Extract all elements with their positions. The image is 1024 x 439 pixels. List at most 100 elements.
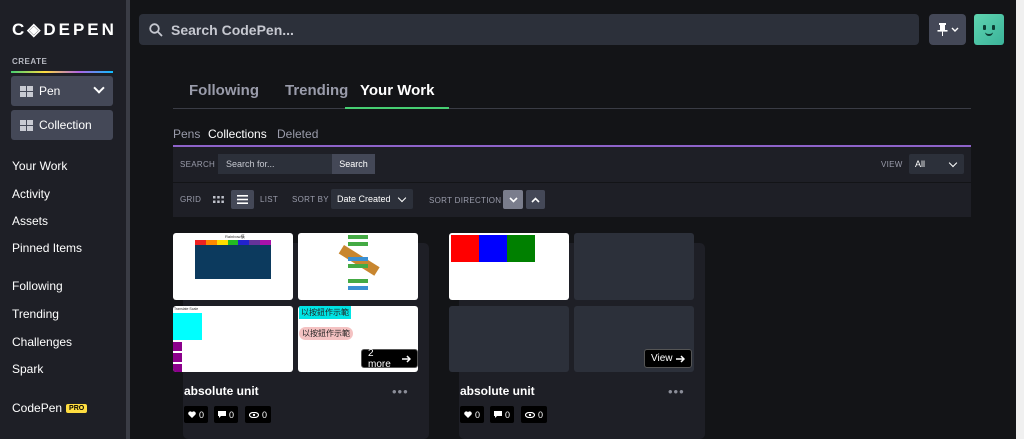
pen-grid-icon <box>20 85 33 97</box>
collection-card[interactable]: View absolute unit ••• 0 0 0 <box>449 233 705 439</box>
more-options-icon[interactable]: ••• <box>392 384 409 399</box>
pin-icon <box>937 23 947 36</box>
sidebar-item-codepen-pro[interactable]: CodePen PRO <box>12 401 88 415</box>
sidebar-item-trending[interactable]: Trending <box>12 307 59 321</box>
sort-ascending-button[interactable] <box>526 190 545 209</box>
avatar-left-eye <box>983 25 986 30</box>
filter-divider <box>173 182 971 183</box>
pinned-items-button[interactable] <box>929 14 966 45</box>
arrow-right-icon <box>675 354 685 363</box>
grid-view-button[interactable] <box>208 190 228 208</box>
thumbnail-box <box>195 245 271 279</box>
list-label: LIST <box>260 195 279 204</box>
chevron-down-icon[interactable] <box>93 82 105 94</box>
comments-button[interactable]: 0 <box>490 406 515 423</box>
tab-your-work[interactable]: Your Work <box>345 82 450 109</box>
thumbnail-label: Translate Scale <box>174 307 199 311</box>
like-button[interactable]: 0 <box>460 406 485 423</box>
pro-badge: PRO <box>66 404 88 413</box>
arrow-right-icon <box>402 354 411 363</box>
sort-by-value: Date Created <box>337 194 391 204</box>
chevron-up-icon <box>531 196 540 203</box>
new-collection-button[interactable]: Collection <box>11 110 113 140</box>
list-view-button[interactable] <box>231 190 254 209</box>
view-select[interactable]: All <box>909 154 964 174</box>
collection-card[interactable]: Rainbow橫 Translate Scale 以按鈕作示範 以按鈕作示範 2… <box>173 233 429 439</box>
pen-thumbnail[interactable]: 以按鈕作示範 以按鈕作示範 2 more <box>298 306 418 372</box>
comment-count: 0 <box>505 409 511 420</box>
sidebar-item-challenges[interactable]: Challenges <box>12 335 72 349</box>
pen-thumbnail[interactable] <box>449 233 569 300</box>
search-input[interactable] <box>171 21 871 38</box>
comment-icon <box>218 411 226 418</box>
collection-grid-icon <box>20 119 33 131</box>
like-count: 0 <box>199 409 205 420</box>
collection-title[interactable]: absolute unit <box>184 384 259 398</box>
eye-icon <box>525 411 535 418</box>
sort-by-select[interactable]: Date Created <box>331 189 413 209</box>
sort-direction-label: SORT DIRECTION <box>429 196 502 205</box>
chevron-down-icon <box>951 27 958 32</box>
grid-label: GRID <box>180 195 202 204</box>
empty-thumbnail <box>574 233 694 300</box>
sidebar-item-spark[interactable]: Spark <box>12 362 43 376</box>
list-icon <box>237 195 248 204</box>
views-button[interactable]: 0 <box>245 406 272 423</box>
view-collection-label: View <box>651 353 673 364</box>
sidebar: C◈DEPEN CREATE Pen Collection Your Work … <box>0 0 126 439</box>
subtab-deleted[interactable]: Deleted <box>277 127 318 141</box>
sidebar-item-pinned-items[interactable]: Pinned Items <box>12 241 82 255</box>
more-pens-badge[interactable]: 2 more <box>361 347 418 370</box>
sidebar-item-assets[interactable]: Assets <box>12 214 48 228</box>
view-count: 0 <box>262 409 268 420</box>
new-pen-button[interactable]: Pen <box>11 76 113 106</box>
views-button[interactable]: 0 <box>521 406 548 423</box>
pen-thumbnail[interactable]: Translate Scale <box>173 306 293 372</box>
more-options-icon[interactable]: ••• <box>668 384 685 399</box>
chevron-down-icon <box>397 193 407 203</box>
sidebar-item-activity[interactable]: Activity <box>12 187 50 201</box>
view-collection-badge[interactable]: View <box>644 349 692 368</box>
empty-thumbnail <box>449 306 569 372</box>
subtab-pens[interactable]: Pens <box>173 127 200 141</box>
subtab-collections[interactable]: Collections <box>208 127 267 141</box>
eye-icon <box>249 411 259 418</box>
pen-thumbnail[interactable]: Rainbow橫 <box>173 233 293 300</box>
card-body: View absolute unit ••• 0 0 0 <box>449 233 695 433</box>
grid-icon <box>212 195 224 203</box>
search-label: SEARCH <box>180 160 216 169</box>
more-pens-label: 2 more <box>368 347 391 370</box>
search-bar[interactable] <box>139 14 919 45</box>
collection-title[interactable]: absolute unit <box>460 384 535 398</box>
chevron-down-icon <box>948 158 958 168</box>
new-pen-label: Pen <box>39 84 61 98</box>
like-button[interactable]: 0 <box>184 406 209 423</box>
comments-button[interactable]: 0 <box>214 406 239 423</box>
search-icon <box>149 22 163 37</box>
heart-icon <box>464 411 472 418</box>
sort-descending-button[interactable] <box>503 190 523 209</box>
avatar-smile <box>985 32 993 36</box>
main-tabs: Following Trending Your Work <box>173 82 971 109</box>
chevron-down-icon <box>508 196 518 203</box>
filter-panel: SEARCH Search VIEW All GRID LIST SORT BY… <box>173 147 971 217</box>
window-scrollbar[interactable] <box>1016 0 1024 439</box>
collection-search-button[interactable]: Search <box>332 154 375 174</box>
collection-search-input[interactable] <box>218 154 332 174</box>
comment-icon <box>494 411 502 418</box>
view-count: 0 <box>538 409 544 420</box>
create-label: CREATE <box>12 57 48 66</box>
new-collection-label: Collection <box>39 118 92 132</box>
tab-trending[interactable]: Trending <box>285 82 348 109</box>
thumbnail-text: 以按鈕作示範 <box>299 306 351 319</box>
view-select-value: All <box>915 159 926 169</box>
codepen-logo[interactable]: C◈DEPEN <box>12 20 117 40</box>
avatar[interactable] <box>974 14 1004 45</box>
comment-count: 0 <box>229 409 235 420</box>
create-divider <box>11 71 113 73</box>
sidebar-item-following[interactable]: Following <box>12 279 63 293</box>
sidebar-item-your-work[interactable]: Your Work <box>12 159 67 173</box>
tab-following[interactable]: Following <box>189 82 259 109</box>
card-body: Rainbow橫 Translate Scale 以按鈕作示範 以按鈕作示範 2… <box>173 233 419 433</box>
pen-thumbnail[interactable] <box>298 233 418 300</box>
